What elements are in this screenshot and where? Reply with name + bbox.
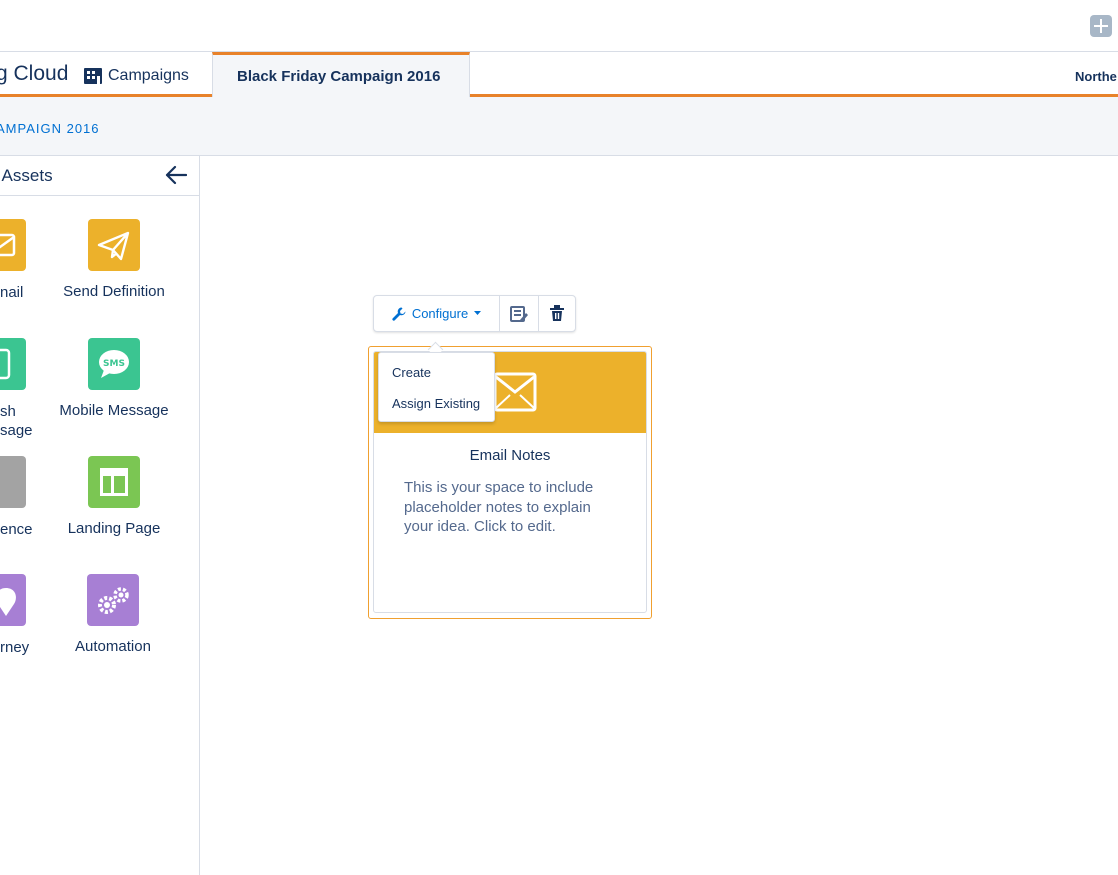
layout-icon: [100, 468, 128, 496]
asset-label: rney: [0, 639, 30, 656]
configure-button[interactable]: Configure: [374, 296, 500, 331]
asset-label: ence: [0, 521, 33, 538]
org-name[interactable]: Northe: [1075, 69, 1117, 84]
mobile-icon: [0, 348, 11, 380]
asset-label: sh: [0, 403, 16, 420]
delete-button[interactable]: [539, 296, 576, 331]
email-tile: [0, 219, 26, 271]
add-button[interactable]: [1090, 15, 1112, 37]
menu-item-assign-existing[interactable]: Assign Existing: [392, 396, 480, 411]
sidebar-title: l Assets: [0, 166, 53, 185]
audience-tile: [0, 456, 26, 508]
wrench-icon: [392, 307, 406, 321]
card-title: Email Notes: [469, 447, 551, 464]
building-icon: [84, 68, 102, 84]
trash-icon: [550, 305, 564, 321]
chevron-down-icon: [474, 311, 482, 315]
configure-label: Configure: [411, 306, 469, 321]
tab-label: Black Friday Campaign 2016: [237, 68, 441, 85]
notes-edit-icon: [510, 306, 528, 322]
card-description[interactable]: This is your space to include placeholde…: [404, 478, 624, 537]
asset-label: Automation: [75, 638, 151, 655]
assets-sidebar: l Assets nail Send Definition: [0, 156, 200, 875]
nav-item-campaigns[interactable]: Campaigns: [84, 64, 189, 88]
audience-icon: [0, 456, 26, 508]
top-bar: [0, 0, 1118, 52]
svg-text:SMS: SMS: [103, 359, 125, 369]
asset-send-definition[interactable]: Send Definition: [59, 219, 169, 301]
edit-notes-button[interactable]: [500, 296, 539, 331]
sms-icon: SMS: [99, 350, 129, 378]
asset-automation[interactable]: Automation: [58, 574, 168, 656]
arrow-left-icon[interactable]: [165, 165, 187, 185]
menu-item-create[interactable]: Create: [392, 365, 431, 380]
asset-landing-page[interactable]: Landing Page: [59, 456, 169, 538]
card-toolbar: Configure: [373, 295, 576, 332]
gears-icon: [98, 587, 129, 614]
breadcrumb[interactable]: AMPAIGN 2016: [0, 121, 100, 136]
mobile-message-tile: SMS: [88, 338, 140, 390]
asset-mobile-message[interactable]: SMS Mobile Message: [59, 338, 169, 420]
app-name: g Cloud: [0, 62, 69, 85]
paper-plane-icon: [97, 231, 130, 261]
location-pin-icon: [0, 588, 16, 616]
email-icon: [493, 372, 537, 412]
asset-label: Landing Page: [67, 520, 161, 537]
push-tile: [0, 338, 26, 390]
page-header: AMPAIGN 2016: [0, 97, 1118, 156]
asset-label: sage: [0, 422, 33, 439]
email-icon: [0, 233, 16, 257]
send-definition-tile: [88, 219, 140, 271]
asset-label: Send Definition: [63, 283, 165, 300]
plus-icon: [1094, 19, 1108, 33]
tab-black-friday-campaign[interactable]: Black Friday Campaign 2016: [212, 52, 470, 97]
asset-label: nail: [0, 284, 24, 301]
journey-tile: [0, 574, 26, 626]
campaign-canvas[interactable]: [200, 156, 1118, 875]
automation-tile: [87, 574, 139, 626]
sidebar-header: l Assets: [0, 156, 199, 196]
landing-page-tile: [88, 456, 140, 508]
asset-label: Mobile Message: [59, 402, 169, 419]
nav-item-label: Campaigns: [108, 67, 189, 84]
configure-dropdown-menu: Create Assign Existing: [378, 352, 495, 422]
